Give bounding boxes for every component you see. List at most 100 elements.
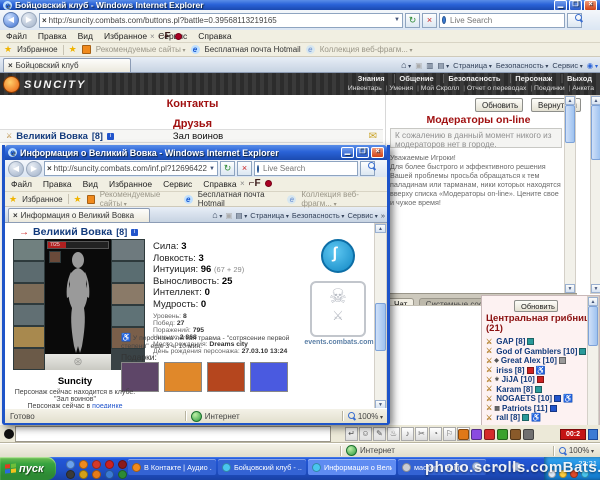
maximize-button[interactable]: ❐: [356, 147, 369, 158]
game-subnav-link[interactable]: Инвентарь: [346, 85, 384, 92]
address-box[interactable]: × ▼: [39, 13, 403, 28]
help-icon[interactable]: ◉: [587, 61, 598, 70]
user-list-item[interactable]: ⚔ NOGAETS[10] ♿: [486, 394, 590, 404]
game-subnav-link[interactable]: Отчет о переводах: [461, 85, 528, 92]
smiley-button[interactable]: [4, 429, 14, 439]
menu-item[interactable]: Справка: [203, 179, 236, 189]
equipment-slot[interactable]: [111, 261, 145, 283]
live-search-box[interactable]: [254, 161, 358, 176]
page-menu-button[interactable]: Страница: [250, 211, 289, 220]
attack-icon[interactable]: ⚔: [486, 347, 492, 355]
main-zoom-level[interactable]: 100%: [569, 446, 594, 455]
favorites-item-recommended[interactable]: Рекомендуемые сайты: [100, 190, 179, 208]
attack-icon[interactable]: ⚔: [486, 338, 492, 346]
url-input[interactable]: [49, 16, 392, 25]
quicklaunch-icon[interactable]: [66, 460, 75, 469]
fight-icon[interactable]: ⚔: [6, 132, 12, 140]
attack-icon[interactable]: ⚔: [486, 366, 492, 374]
events-logo-text[interactable]: events.combats.com: [301, 339, 377, 346]
tools-menu-button[interactable]: Сервис: [552, 61, 582, 70]
tab-fight-club[interactable]: × Бойцовский клуб: [3, 58, 131, 72]
info-badge-icon[interactable]: i: [107, 133, 114, 140]
moderators-scrollbar[interactable]: ▲ ▼: [564, 95, 576, 294]
stop-icon[interactable]: ×: [237, 161, 252, 176]
combats-addon-icon[interactable]: ⌐F: [159, 31, 171, 42]
game-nav-link[interactable]: Выход: [556, 74, 596, 83]
quicklaunch-icon[interactable]: [92, 460, 101, 469]
zoom-icon[interactable]: [348, 412, 356, 420]
forward-icon[interactable]: ▶: [21, 12, 37, 28]
refresh-icon[interactable]: ↻: [405, 13, 420, 28]
menu-item[interactable]: Вид: [78, 31, 93, 41]
quicklaunch-icon[interactable]: [118, 470, 127, 479]
chat-tool-icon[interactable]: ↵: [345, 427, 358, 441]
start-button[interactable]: пуск: [0, 457, 56, 480]
chat-color-icon[interactable]: [484, 429, 495, 440]
chat-color-icon[interactable]: [458, 429, 469, 440]
page-menu-button[interactable]: Страница: [453, 61, 492, 70]
zoom-icon[interactable]: [559, 447, 567, 455]
quicklaunch-icon[interactable]: [105, 460, 114, 469]
quicklaunch-icon[interactable]: [92, 470, 101, 479]
info-badge-icon[interactable]: i: [131, 229, 138, 236]
quicklaunch-icon[interactable]: [66, 470, 75, 479]
user-list-item[interactable]: ⚔ ⚜ JiJA[10]: [486, 375, 590, 385]
addon-close-icon[interactable]: ×: [150, 32, 155, 41]
equipment-slot[interactable]: [13, 326, 45, 348]
main-title-bar[interactable]: e Бойцовский клуб - Windows Internet Exp…: [0, 0, 600, 10]
taskbar-window-button[interactable]: Информация о Вели...: [308, 459, 396, 475]
favorites-item-webslices[interactable]: Коллекция веб-фрагм...: [301, 190, 383, 208]
chat-tool-icon[interactable]: ⚐: [443, 427, 456, 441]
taskbar-window-button[interactable]: Бойцовский клуб - ...: [218, 459, 306, 475]
chat-tool-icon[interactable]: ◔: [429, 427, 442, 441]
chat-message-input[interactable]: [15, 426, 331, 442]
user-list-item[interactable]: ⚔ Karam[8]: [486, 385, 590, 395]
game-subnav-link[interactable]: Мой Скролл: [415, 85, 461, 92]
chat-color-icon[interactable]: [523, 429, 534, 440]
favorites-label[interactable]: Избранное: [17, 45, 58, 54]
minimize-button[interactable]: ▁: [341, 147, 354, 158]
safety-menu-button[interactable]: Безопасность: [496, 61, 549, 70]
user-list-item[interactable]: ⚔ ▦ Patriots[11]: [486, 404, 590, 414]
game-nav-link[interactable]: Персонаж: [504, 74, 556, 83]
clan-badge-icon[interactable]: ʃ: [321, 239, 355, 273]
feeds-icon[interactable]: ▣: [225, 211, 232, 220]
popup-title-bar[interactable]: e Информация о Великий Вовка - Windows I…: [5, 145, 387, 160]
mini-slot[interactable]: [49, 251, 61, 263]
attack-icon[interactable]: ⚔: [486, 395, 492, 403]
quicklaunch-icon[interactable]: [79, 470, 88, 479]
user-list-item[interactable]: ⚔ God of Gamblers[10]: [486, 347, 590, 357]
menu-item[interactable]: Справка: [198, 31, 231, 41]
tools-menu-button[interactable]: Сервис: [347, 211, 377, 220]
tab-character-info[interactable]: × Информация о Великий Вовка: [8, 208, 150, 222]
forward-icon[interactable]: ▶: [26, 161, 42, 177]
favorites-label[interactable]: Избранное: [22, 195, 63, 204]
add-favorite-star-icon[interactable]: ★: [74, 194, 82, 205]
game-subnav-link[interactable]: Умения: [384, 85, 415, 92]
equipment-slot[interactable]: [111, 305, 145, 327]
live-search-input[interactable]: [261, 163, 375, 174]
close-button[interactable]: ×: [584, 0, 597, 11]
home-icon[interactable]: ⌂: [212, 210, 222, 220]
print-icon[interactable]: ▤: [235, 211, 247, 220]
chat-tool-icon[interactable]: ✎: [373, 427, 386, 441]
equipment-slot[interactable]: [111, 239, 145, 261]
menu-item[interactable]: Правка: [38, 31, 67, 41]
favorites-item-hotmail[interactable]: Бесплатная почта Hotmail: [198, 190, 283, 208]
taskbar-window-button[interactable]: В Контакте | Аудио ...: [128, 459, 216, 475]
menu-item[interactable]: Сервис: [163, 179, 192, 189]
suncity-logo-text[interactable]: SUNCITY: [24, 79, 86, 91]
user-list-item[interactable]: ⚔ ◆ Great Alex[10]: [486, 356, 590, 366]
chat-tool-icon[interactable]: ☺: [359, 427, 372, 441]
menu-item[interactable]: Файл: [6, 31, 27, 41]
addon-close-icon[interactable]: ×: [240, 179, 245, 188]
equipment-slot[interactable]: [13, 283, 45, 305]
live-search-input[interactable]: [448, 15, 562, 26]
chat-color-icon[interactable]: [471, 429, 482, 440]
events-logo[interactable]: ☠ ⚔: [310, 281, 366, 337]
userlist-vscrollbar[interactable]: ▲▼: [587, 296, 599, 443]
equipment-slot[interactable]: [111, 283, 145, 305]
close-button[interactable]: ×: [371, 147, 384, 158]
equipment-slot[interactable]: [13, 348, 45, 370]
maximize-button[interactable]: ❐: [569, 0, 582, 11]
